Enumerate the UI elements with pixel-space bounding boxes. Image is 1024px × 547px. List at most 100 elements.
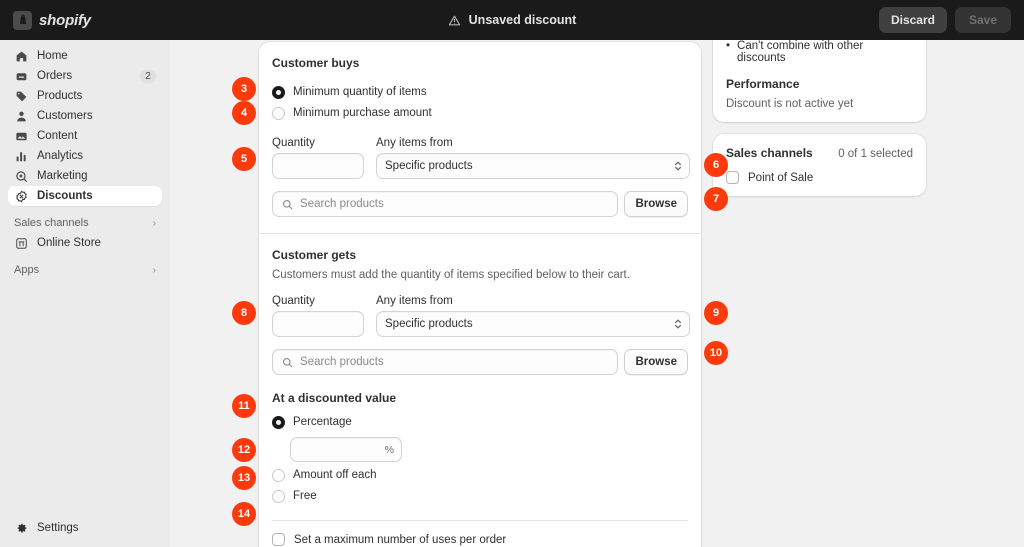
sales-channels-card: Sales channels 0 of 1 selected Point of …	[713, 134, 926, 196]
shopify-admin-window: shopify Unsaved discount Discard Save Ho…	[0, 0, 1024, 547]
radio-indicator	[272, 85, 285, 99]
radio-amount-off-each[interactable]: Amount off each	[272, 465, 688, 485]
sidebar-item-settings[interactable]: Settings	[8, 517, 162, 539]
sidebar-item-label: Content	[37, 130, 78, 142]
customer-gets-heading: Customer gets	[272, 248, 357, 262]
sidebar-item-customers[interactable]: Customers	[8, 106, 162, 126]
search-icon	[282, 357, 293, 368]
sidebar-item-label: Settings	[37, 522, 79, 534]
discard-button[interactable]: Discard	[878, 7, 947, 33]
sidebar-item-online-store[interactable]: Online Store	[8, 233, 162, 253]
checkbox-label: Point of Sale	[748, 171, 814, 184]
gets-any-items-field: Any items from Specific products	[376, 295, 690, 337]
sidebar-item-products[interactable]: Products	[8, 86, 162, 106]
sidebar-item-label: Marketing	[37, 170, 88, 182]
save-button[interactable]: Save	[954, 7, 1011, 33]
sidebar-item-label: Analytics	[37, 150, 84, 162]
annotation-badge-11: 11	[232, 394, 256, 418]
right-summary-column: • Can't combine with other discounts Per…	[713, 28, 926, 196]
annotation-badge-5: 5	[232, 147, 256, 171]
gets-quantity-label: Quantity	[272, 295, 315, 307]
radio-percentage[interactable]: Percentage	[272, 412, 688, 432]
gets-any-items-label: Any items from	[376, 295, 453, 307]
sidebar-item-label: Discounts	[37, 190, 93, 202]
checkbox-indicator	[726, 171, 739, 184]
gets-search-placeholder: Search products	[300, 356, 384, 368]
gets-any-items-select-wrap: Specific products	[376, 311, 690, 337]
gets-any-items-select[interactable]: Specific products	[376, 311, 690, 337]
buys-any-items-select-wrap: Specific products	[376, 153, 690, 179]
annotation-badge-6: 6	[704, 153, 728, 177]
sidebar-section-label: Apps	[14, 264, 40, 276]
annotation-badge-10: 10	[704, 341, 728, 365]
radio-free[interactable]: Free	[272, 486, 688, 506]
buys-quantity-input[interactable]	[272, 153, 364, 179]
radio-indicator	[272, 415, 285, 429]
sales-channels-heading: Sales channels	[726, 146, 813, 160]
sidebar-item-orders[interactable]: Orders 2	[8, 66, 162, 86]
gets-quantity-input[interactable]	[272, 311, 364, 337]
sidebar-item-label: Home	[37, 50, 68, 62]
checkbox-point-of-sale[interactable]: Point of Sale	[726, 171, 913, 184]
checkbox-label: Set a maximum number of uses per order	[294, 533, 507, 546]
sidebar-item-label: Online Store	[37, 237, 101, 249]
buys-search-placeholder: Search products	[300, 198, 384, 210]
buys-any-items-field: Any items from Specific products	[376, 137, 690, 179]
gets-search-products-box[interactable]: Search products	[272, 349, 619, 375]
annotation-badge-14: 14	[232, 502, 256, 526]
brand-logo-group[interactable]: shopify	[13, 10, 173, 30]
percent-suffix: %	[384, 443, 394, 456]
performance-heading: Performance	[726, 77, 800, 91]
gets-browse-button[interactable]: Browse	[624, 349, 688, 375]
sidebar-item-analytics[interactable]: Analytics	[8, 146, 162, 166]
annotation-badge-7: 7	[704, 187, 728, 211]
gets-fields-row: Quantity Any items from Specific product…	[272, 295, 690, 337]
discounted-value-heading: At a discounted value	[272, 391, 397, 405]
buys-any-items-label: Any items from	[376, 137, 453, 149]
annotation-badge-9: 9	[704, 301, 728, 325]
gets-any-items-value: Specific products	[385, 318, 473, 330]
shopify-bag-icon	[13, 10, 32, 30]
radio-label: Minimum quantity of items	[293, 86, 427, 98]
radio-label: Percentage	[293, 416, 352, 428]
buys-browse-button[interactable]: Browse	[624, 191, 688, 217]
content-media-icon	[14, 129, 29, 144]
sidebar-item-label: Products	[37, 90, 83, 102]
annotation-badge-13: 13	[232, 466, 256, 490]
max-uses-divider	[272, 520, 688, 521]
content-area: Customer buys Minimum quantity of items …	[170, 28, 1024, 547]
sidebar-section-label: Sales channels	[14, 217, 89, 229]
radio-minimum-quantity-of-items[interactable]: Minimum quantity of items	[272, 82, 688, 102]
sidebar-item-home[interactable]: Home	[8, 46, 162, 66]
buys-search-products-box[interactable]: Search products	[272, 191, 619, 217]
buys-fields-row: Quantity Any items from Specific product…	[272, 137, 690, 179]
sidebar-item-discounts[interactable]: Discounts	[8, 186, 162, 206]
customer-gets-help-text: Customers must add the quantity of items…	[272, 269, 630, 281]
checkbox-max-uses-per-order[interactable]: Set a maximum number of uses per order	[272, 533, 688, 546]
radio-label: Amount off each	[293, 469, 377, 481]
buys-any-items-select[interactable]: Specific products	[376, 153, 690, 179]
storefront-icon	[14, 236, 29, 251]
radio-minimum-purchase-amount[interactable]: Minimum purchase amount	[272, 103, 688, 123]
home-icon	[14, 49, 29, 64]
chevron-right-icon: ›	[152, 217, 156, 229]
sidebar-item-content[interactable]: Content	[8, 126, 162, 146]
radio-indicator	[272, 106, 285, 120]
sales-channels-header-row: Sales channels 0 of 1 selected	[726, 146, 913, 160]
sidebar-item-marketing[interactable]: Marketing	[8, 166, 162, 186]
sidebar-section-apps[interactable]: Apps ›	[8, 260, 162, 280]
marketing-megaphone-icon	[14, 169, 29, 184]
annotation-badge-4: 4	[232, 101, 256, 125]
annotation-badge-8: 8	[232, 301, 256, 325]
annotation-badge-3: 3	[232, 77, 256, 101]
combinations-text: Can't combine with other discounts	[737, 40, 864, 64]
discounts-tag-icon	[14, 189, 29, 204]
radio-indicator	[272, 489, 285, 503]
percentage-input-group: %	[290, 437, 402, 462]
chevron-updown-icon	[674, 318, 682, 330]
sidebar-section-sales-channels[interactable]: Sales channels ›	[8, 213, 162, 233]
radio-label: Minimum purchase amount	[293, 107, 432, 119]
gets-quantity-field: Quantity	[272, 295, 364, 337]
